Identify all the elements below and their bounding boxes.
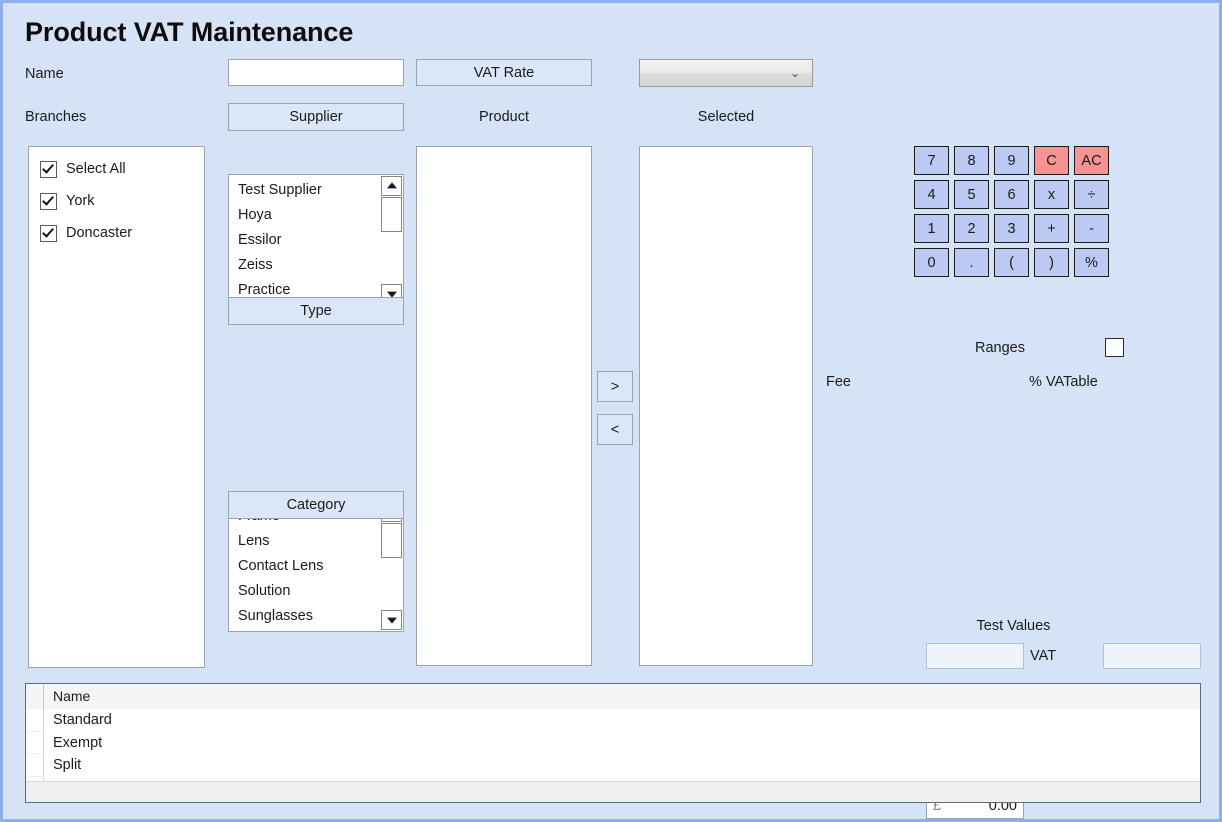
supplier-listbox[interactable]: Test Supplier Hoya Essilor Zeiss Practic…	[228, 174, 404, 306]
chevron-down-icon: ⌄	[789, 66, 800, 80]
type-listbox[interactable]: Frame Lens Contact Lens Solution Sunglas…	[228, 500, 404, 632]
name-label: Name	[25, 66, 64, 82]
product-vat-maintenance-window: Product VAT Maintenance Name VAT Rate ⌄ …	[0, 0, 1222, 822]
key-multiply[interactable]: x	[1034, 180, 1069, 209]
key-close-paren[interactable]: )	[1034, 248, 1069, 277]
category-button[interactable]: Category	[228, 491, 404, 519]
list-item[interactable]: Sunglasses	[229, 604, 403, 629]
vat-label: VAT	[1030, 648, 1057, 664]
cell-name: Exempt	[53, 734, 103, 751]
ranges-checkbox[interactable]	[1105, 338, 1124, 357]
calculator-keypad: 7 8 9 C AC 4 5 6 x ÷ 1 2 3 + - 0 . ( ) %	[914, 146, 1114, 282]
key-1[interactable]: 1	[914, 214, 949, 243]
key-clear[interactable]: C	[1034, 146, 1069, 175]
branch-checkbox-row[interactable]: Doncaster	[29, 217, 204, 249]
grid-corner-header[interactable]	[26, 684, 44, 709]
key-4[interactable]: 4	[914, 180, 949, 209]
table-row[interactable]: Split	[26, 754, 1200, 777]
page-title: Product VAT Maintenance	[25, 17, 354, 47]
list-item[interactable]: Hoya	[229, 203, 403, 228]
table-row[interactable]: Standard	[26, 709, 1200, 732]
branch-label: Select All	[66, 161, 126, 177]
key-8[interactable]: 8	[954, 146, 989, 175]
keypad-row: 1 2 3 + -	[914, 214, 1114, 243]
row-selector[interactable]	[26, 754, 44, 777]
product-listbox[interactable]	[416, 146, 592, 666]
checkmark-icon[interactable]	[40, 160, 57, 178]
scrollbar-thumb[interactable]	[381, 197, 402, 232]
vat-rate-button[interactable]: VAT Rate	[416, 59, 592, 86]
supplier-button[interactable]: Supplier	[228, 103, 404, 131]
selected-listbox[interactable]	[639, 146, 813, 666]
type-button[interactable]: Type	[228, 297, 404, 325]
key-5[interactable]: 5	[954, 180, 989, 209]
keypad-row: 0 . ( ) %	[914, 248, 1114, 277]
branch-checkbox-row[interactable]: Select All	[29, 153, 204, 185]
key-minus[interactable]: -	[1074, 214, 1109, 243]
grid-footer	[26, 781, 1200, 802]
supplier-scrollbar[interactable]	[381, 176, 402, 304]
name-input[interactable]	[228, 59, 404, 86]
scroll-down-arrow-icon[interactable]	[381, 610, 402, 630]
key-plus[interactable]: +	[1034, 214, 1069, 243]
test-values-title: Test Values	[976, 618, 1051, 634]
branch-label: York	[66, 193, 95, 209]
scrollbar-thumb[interactable]	[381, 523, 402, 558]
vat-rate-select[interactable]: ⌄	[639, 59, 813, 87]
grid-column-header-name[interactable]: Name	[44, 684, 1200, 709]
grid-header-row: Name	[26, 684, 1200, 710]
list-item[interactable]: Zeiss	[229, 253, 403, 278]
keypad-row: 4 5 6 x ÷	[914, 180, 1114, 209]
selected-label: Selected	[697, 109, 755, 125]
branch-checkbox-row[interactable]: York	[29, 185, 204, 217]
list-item[interactable]: Test Supplier	[229, 178, 403, 203]
grid-body: Standard Exempt Split SDC	[26, 709, 1200, 799]
table-row[interactable]: Exempt	[26, 731, 1200, 754]
test-amount-input[interactable]	[926, 643, 1024, 669]
branch-label: Doncaster	[66, 225, 133, 241]
key-9[interactable]: 9	[994, 146, 1029, 175]
scroll-up-arrow-icon[interactable]	[381, 176, 402, 196]
cell-name: Standard	[53, 712, 112, 728]
key-7[interactable]: 7	[914, 146, 949, 175]
list-item[interactable]: Solution	[229, 579, 403, 604]
key-decimal[interactable]: .	[954, 248, 989, 277]
test-vat-output	[1103, 643, 1201, 669]
checkmark-icon[interactable]	[40, 192, 57, 210]
type-scrollbar[interactable]	[381, 502, 402, 630]
list-item[interactable]: Essilor	[229, 228, 403, 253]
type-list-items: Frame Lens Contact Lens Solution Sunglas…	[229, 504, 403, 631]
checkmark-icon[interactable]	[40, 224, 57, 242]
key-percent[interactable]: %	[1074, 248, 1109, 277]
remove-from-selected-button[interactable]: <	[597, 414, 633, 445]
key-0[interactable]: 0	[914, 248, 949, 277]
fee-label: Fee	[826, 374, 851, 390]
vat-rates-grid[interactable]: Name Standard Exempt Split SDC	[25, 683, 1201, 803]
list-item[interactable]: Lens	[229, 529, 403, 554]
add-to-selected-button[interactable]: >	[597, 371, 633, 402]
cell-name: Split	[53, 757, 82, 773]
branches-panel: Select All York Doncaster	[28, 146, 205, 668]
row-selector[interactable]	[26, 731, 44, 754]
key-all-clear[interactable]: AC	[1074, 146, 1109, 175]
keypad-row: 7 8 9 C AC	[914, 146, 1114, 175]
branches-checkbox-list: Select All York Doncaster	[29, 147, 204, 249]
supplier-list-items: Test Supplier Hoya Essilor Zeiss Practic…	[229, 178, 403, 305]
key-2[interactable]: 2	[954, 214, 989, 243]
row-selector[interactable]	[26, 709, 44, 732]
key-open-paren[interactable]: (	[994, 248, 1029, 277]
key-6[interactable]: 6	[994, 180, 1029, 209]
branches-label: Branches	[25, 109, 87, 125]
product-label: Product	[479, 109, 529, 125]
vatable-label: % VATable	[1029, 374, 1098, 390]
key-3[interactable]: 3	[994, 214, 1029, 243]
key-divide[interactable]: ÷	[1074, 180, 1109, 209]
ranges-label: Ranges	[975, 340, 1025, 356]
list-item[interactable]: Contact Lens	[229, 554, 403, 579]
